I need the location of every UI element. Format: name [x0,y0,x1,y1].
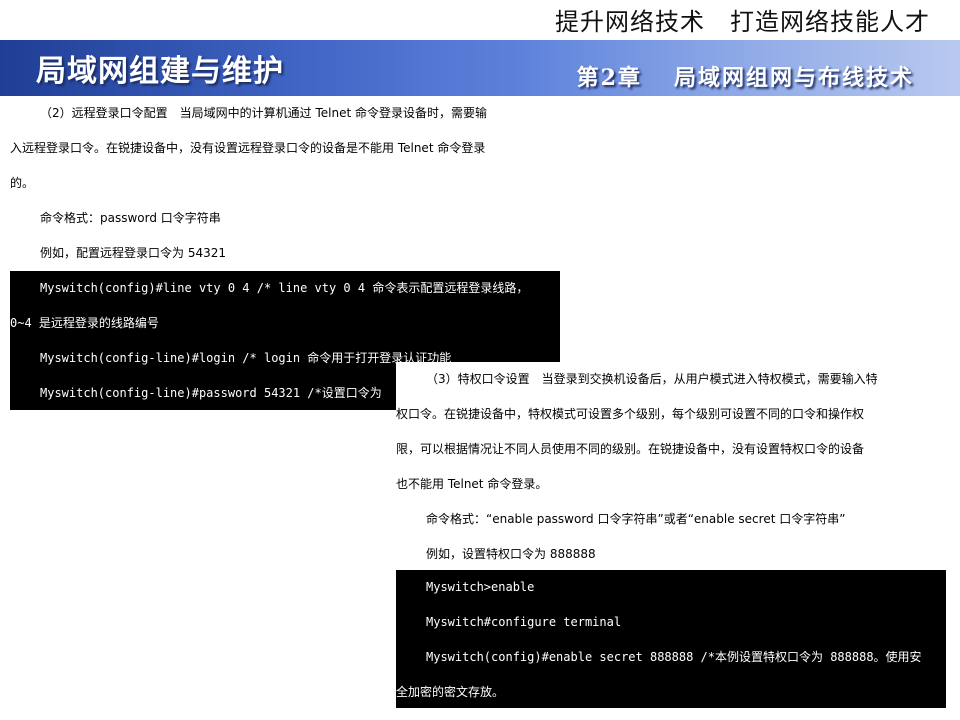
paragraph-line: （3）特权口令设置 当登录到交换机设备后，从用户模式进入特权模式，需要输入特 [426,372,878,386]
course-title: 局域网组建与维护 [36,54,284,89]
terminal-line: Myswitch(config)#line vty 0 4 /* line vt… [40,281,529,295]
paragraph-line: 的。 [10,176,35,190]
title-banner: 局域网组建与维护 第2章 局域网组网与布线技术 [0,40,960,96]
paragraph-line: 也不能用 Telnet 命令登录。 [396,477,548,491]
paragraph-line: 权口令。在锐捷设备中，特权模式可设置多个级别，每个级别可设置不同的口令和操作权 [396,407,865,421]
command-example: 例如，设置特权口令为 888888 [426,547,596,561]
command-format: 命令格式：password 口令字符串 [40,211,221,225]
terminal-line: Myswitch#configure terminal [426,615,622,629]
terminal-line: Myswitch(config)#enable secret 888888 /*… [426,650,922,664]
terminal-line: 全加密的密文存放。 [396,685,505,699]
privilege-password-section: （3）特权口令设置 当登录到交换机设备后，从用户模式进入特权模式，需要输入特 权… [396,362,946,570]
terminal-block-privilege: Myswitch>enable Myswitch#configure termi… [396,570,946,708]
remote-login-section: （2）远程登录口令配置 当局域网中的计算机通过 Telnet 命令登录设备时，需… [10,96,560,271]
paragraph-line: 限，可以根据情况让不同人员使用不同的级别。在锐捷设备中，没有设置特权口令的设备 [396,442,865,456]
command-example: 例如，配置远程登录口令为 54321 [40,246,226,260]
slogan: 提升网络技术 打造网络技能人才 [555,8,930,36]
paragraph-line: （2）远程登录口令配置 当局域网中的计算机通过 Telnet 命令登录设备时，需… [40,106,487,120]
terminal-line: Myswitch>enable [426,580,535,594]
chapter-number: 第2章 [576,65,642,91]
chapter-heading: 第2章 局域网组网与布线技术 [577,60,914,92]
paragraph-line: 入远程登录口令。在锐捷设备中，没有设置远程登录口令的设备是不能用 Telnet … [10,141,486,155]
terminal-line: 0~4 是远程登录的线路编号 [10,316,159,330]
command-format: 命令格式：“enable password 口令字符串”或者“enable se… [426,512,846,526]
chapter-title: 局域网组网与布线技术 [673,65,914,91]
